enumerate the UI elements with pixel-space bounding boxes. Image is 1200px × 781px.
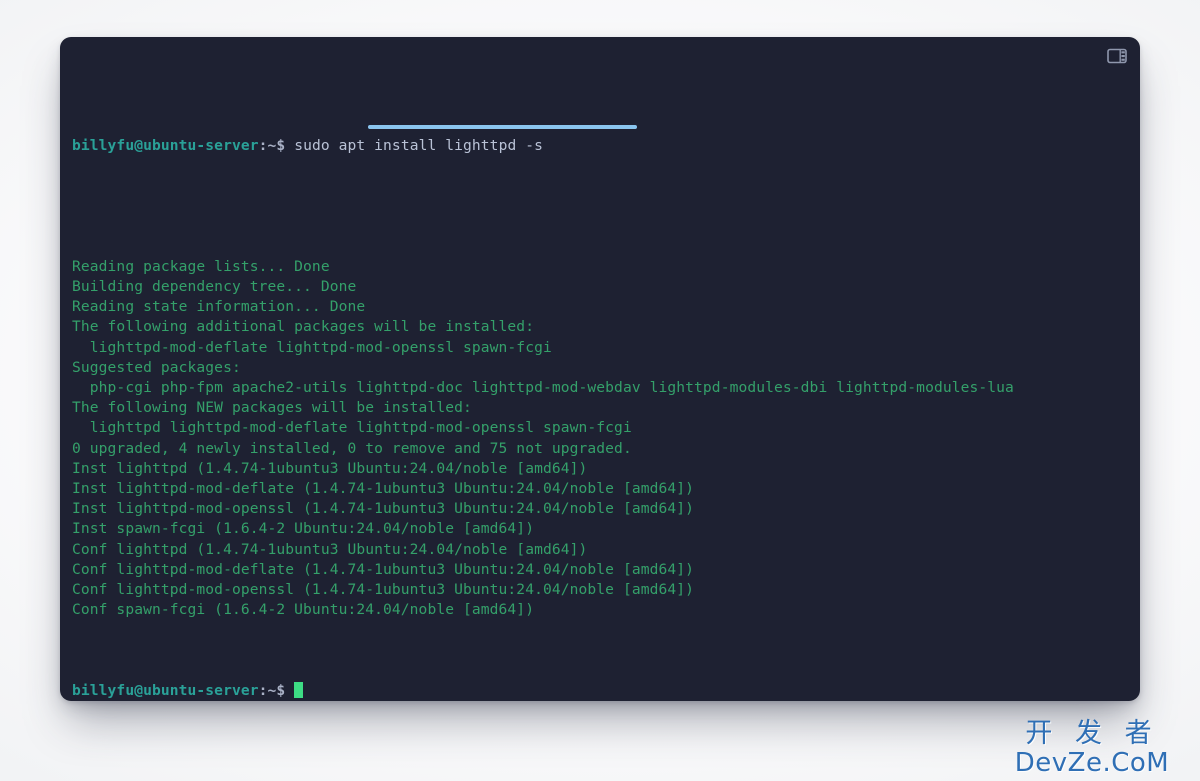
terminal-output-lines: Reading package lists... Done Building de… [72,257,1128,621]
final-prompt-space [285,682,294,699]
panel-layout-icon[interactable] [1107,48,1127,64]
terminal-output-line: Inst lighttpd-mod-deflate (1.4.74-1ubunt… [72,480,695,498]
terminal-final-prompt-line: billyfu@ubuntu-server:~$ [72,681,1128,701]
terminal-cursor [294,682,304,699]
terminal-output-line: Conf lighttpd-mod-openssl (1.4.74-1ubunt… [72,581,695,599]
terminal-output-line: 0 upgraded, 4 newly installed, 0 to remo… [72,439,632,457]
prompt-user-host: billyfu@ubuntu-server [72,136,259,154]
terminal-output-line: Reading package lists... Done [72,257,330,275]
final-prompt-path-sign: :~$ [258,682,286,700]
terminal-output-line: Inst lighttpd-mod-openssl (1.4.74-1ubunt… [72,500,695,518]
final-prompt-user-host: billyfu@ubuntu-server [72,682,259,700]
terminal-output-line: The following NEW packages will be insta… [72,399,472,417]
command-input[interactable]: sudo apt install lighttpd -s [294,137,543,154]
terminal-window: billyfu@ubuntu-server:~$ sudo apt instal… [60,37,1140,701]
watermark-chinese-text: 开 发 者 [1025,718,1159,749]
terminal-output-line: Building dependency tree... Done [72,278,357,296]
command-composition-underline [368,125,637,129]
terminal-output-line: Suggested packages: [72,358,241,376]
terminal-output-line: Reading state information... Done [72,298,366,316]
terminal-output-line: lighttpd-mod-deflate lighttpd-mod-openss… [72,338,552,356]
terminal-output-line: lighttpd lighttpd-mod-deflate lighttpd-m… [72,419,632,437]
command-text-prefix [285,137,294,154]
watermark-site-name: DevZe.CoM [1014,748,1170,778]
terminal-output-line: Conf lighttpd (1.4.74-1ubuntu3 Ubuntu:24… [72,540,588,558]
terminal-titlebar [60,37,1140,67]
terminal-output-line: Conf spawn-fcgi (1.6.4-2 Ubuntu:24.04/no… [72,601,535,619]
terminal-output-area[interactable]: billyfu@ubuntu-server:~$ sudo apt instal… [60,67,1140,701]
prompt-path-sign: :~$ [258,136,286,154]
terminal-output-line: Conf lighttpd-mod-deflate (1.4.74-1ubunt… [72,560,695,578]
site-watermark: 开 发 者 DevZe.CoM [992,718,1192,778]
terminal-output-line: The following additional packages will b… [72,318,535,336]
terminal-output-line: Inst spawn-fcgi (1.6.4-2 Ubuntu:24.04/no… [72,520,535,538]
terminal-output-line: Inst lighttpd (1.4.74-1ubuntu3 Ubuntu:24… [72,459,588,477]
terminal-output-line: php-cgi php-fpm apache2-utils lighttpd-d… [72,379,1014,397]
terminal-prompt-line: billyfu@ubuntu-server:~$ sudo apt instal… [72,136,1128,156]
